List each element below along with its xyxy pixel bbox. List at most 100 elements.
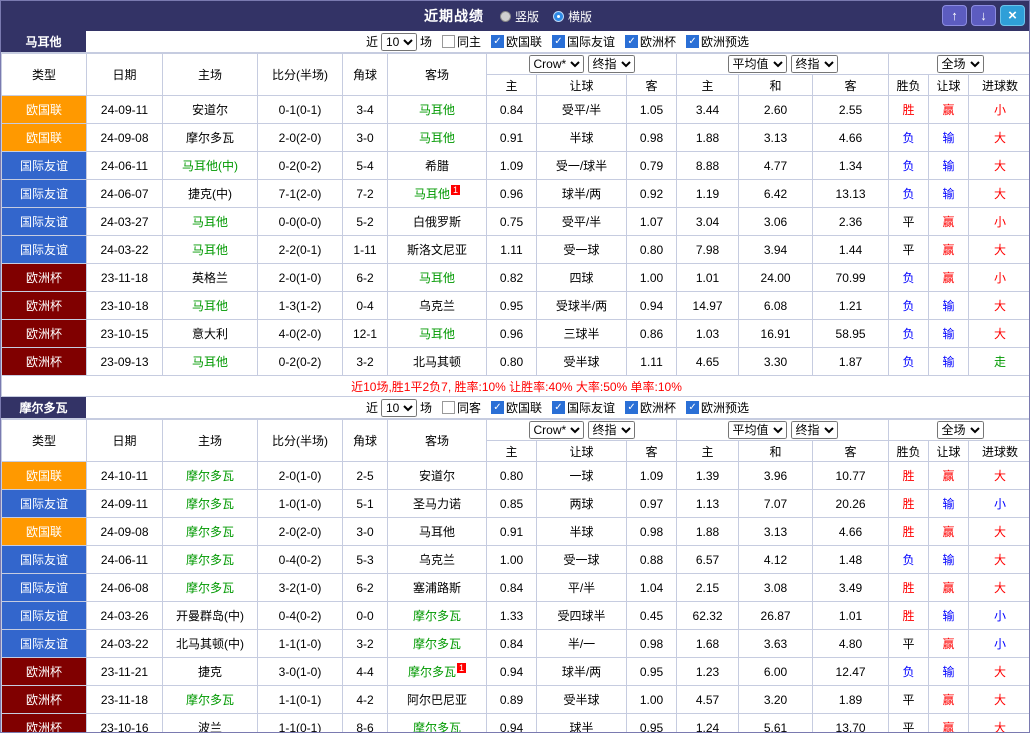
home-team-label: 安道尔	[191, 103, 228, 117]
header-select-cell: 平均值 终指	[676, 419, 890, 441]
league-filter-checkbox[interactable]: ✓ 欧洲预选	[686, 399, 749, 416]
close-button[interactable]: ×	[1000, 5, 1025, 26]
away-team-cell: 斯洛文尼亚	[387, 235, 487, 264]
goals-result: 大	[968, 573, 1029, 602]
away-team-label: 马耳他	[418, 327, 455, 341]
odds-away: 1.04	[625, 573, 678, 602]
odds-away: 0.97	[625, 489, 678, 518]
sub-column-header: 客	[812, 74, 890, 96]
match-date: 24-06-11	[86, 151, 163, 180]
league-filter-checkbox[interactable]: ✓ 欧洲杯	[625, 399, 676, 416]
avg-home: 14.97	[676, 291, 740, 320]
avg-draw: 7.07	[738, 489, 814, 518]
handicap-line: 三球半	[536, 319, 627, 348]
odds-final-select[interactable]: 终指	[587, 55, 635, 73]
handicap-line: 半/一	[536, 629, 627, 658]
league-filter-checkbox[interactable]: ✓ 欧国联	[490, 33, 542, 50]
home-team-label: 捷克	[197, 665, 222, 679]
league-filter-checkbox[interactable]: ✓ 国际友谊	[552, 33, 615, 50]
league-filter-checkbox[interactable]: ✓ 欧洲杯	[625, 33, 676, 50]
handicap-result: 输	[928, 151, 970, 180]
scroll-down-button[interactable]: ↓	[971, 5, 996, 26]
odds-source-select[interactable]: Crow*	[528, 421, 584, 439]
away-team-label: 塞浦路斯	[412, 581, 461, 595]
team-name: 摩尔多瓦	[1, 397, 86, 418]
away-team-cell: 白俄罗斯	[387, 207, 487, 236]
home-team-cell: 英格兰	[162, 263, 258, 292]
league-filter-checkbox[interactable]: ✓ 欧洲预选	[686, 33, 749, 50]
column-header: 角球	[342, 419, 388, 462]
match-count-select[interactable]: 10	[380, 398, 417, 417]
games-label: 场	[419, 35, 432, 49]
match-date: 23-10-15	[86, 319, 163, 348]
win-loss-result: 负	[888, 151, 930, 180]
odds-home: 1.33	[486, 601, 537, 630]
league-type-badge: 国际友谊	[1, 573, 87, 602]
home-team-cell: 意大利	[162, 319, 258, 348]
away-team-cell: 安道尔	[387, 461, 487, 490]
win-loss-result: 平	[888, 629, 930, 658]
goals-result: 大	[968, 517, 1029, 546]
odds-away: 0.95	[625, 657, 678, 686]
avg-draw: 3.06	[738, 207, 814, 236]
radio-unselected-icon	[499, 10, 511, 22]
home-team-cell: 摩尔多瓦	[162, 461, 258, 490]
home-team-label: 摩尔多瓦	[185, 581, 234, 595]
avg-draw: 3.94	[738, 235, 814, 264]
home-team-cell: 马耳他	[162, 207, 258, 236]
avg-draw: 3.63	[738, 629, 814, 658]
layout-horizontal-label: 横版	[568, 9, 593, 24]
same-venue-checkbox[interactable]: 同主	[441, 33, 481, 50]
odds-final-select[interactable]: 终指	[587, 421, 635, 439]
same-venue-checkbox[interactable]: 同客	[441, 399, 481, 416]
home-team-label: 马耳他	[191, 243, 228, 257]
layout-horizontal-radio[interactable]: 横版	[553, 8, 592, 25]
sub-column-header: 主	[486, 74, 537, 96]
handicap-result: 输	[928, 601, 970, 630]
league-type-badge: 国际友谊	[1, 179, 87, 208]
match-row: 国际友谊 24-09-11 摩尔多瓦 1-0(1-0) 5-1 圣马力诺 0.85 两球 0.9…	[1, 489, 1029, 518]
games-label: 场	[419, 401, 432, 415]
avg-home: 1.88	[676, 517, 740, 546]
period-select[interactable]: 全场	[936, 421, 984, 439]
match-date: 23-11-21	[86, 657, 163, 686]
corners: 5-1	[342, 489, 388, 518]
odds-away: 0.94	[625, 291, 678, 320]
odds-away: 1.05	[625, 95, 678, 124]
period-select[interactable]: 全场	[936, 55, 984, 73]
odds-away: 1.00	[625, 685, 678, 714]
away-team-label: 摩尔多瓦	[412, 721, 461, 733]
odds-source-select[interactable]: Crow*	[528, 55, 584, 73]
goals-result: 小	[968, 629, 1029, 658]
avg-draw: 3.20	[738, 685, 814, 714]
handicap-result: 赢	[928, 685, 970, 714]
away-team-cell: 乌克兰	[387, 291, 487, 320]
handicap-result: 输	[928, 347, 970, 376]
match-row: 国际友谊 24-06-07 捷克(中) 7-1(2-0) 7-2 马耳他 1 0.96 球半/两…	[1, 179, 1029, 208]
match-date: 24-09-08	[86, 517, 163, 546]
win-loss-result: 胜	[888, 489, 930, 518]
home-team-cell: 捷克(中)	[162, 179, 258, 208]
odds-home: 0.84	[486, 629, 537, 658]
avg-source-select[interactable]: 平均值	[727, 55, 787, 73]
scroll-up-button[interactable]: ↑	[942, 5, 967, 26]
handicap-result: 赢	[928, 573, 970, 602]
match-date: 24-06-07	[86, 179, 163, 208]
corners: 3-4	[342, 95, 388, 124]
column-header: 日期	[86, 419, 163, 462]
match-date: 24-10-11	[86, 461, 163, 490]
league-filter-checkbox[interactable]: ✓ 国际友谊	[552, 399, 615, 416]
goals-result: 大	[968, 291, 1029, 320]
corners: 3-2	[342, 347, 388, 376]
layout-vertical-radio[interactable]: 竖版	[499, 8, 539, 25]
goals-result: 大	[968, 319, 1029, 348]
away-team-cell: 马耳他	[387, 95, 487, 124]
avg-source-select[interactable]: 平均值	[727, 421, 787, 439]
avg-final-select[interactable]: 终指	[790, 421, 838, 439]
corners: 8-6	[342, 713, 388, 732]
league-filter-checkbox[interactable]: ✓ 欧国联	[490, 399, 542, 416]
league-filter-label: 欧洲杯	[640, 35, 677, 49]
match-count-select[interactable]: 10	[380, 32, 417, 51]
handicap-result: 赢	[928, 629, 970, 658]
avg-final-select[interactable]: 终指	[790, 55, 838, 73]
